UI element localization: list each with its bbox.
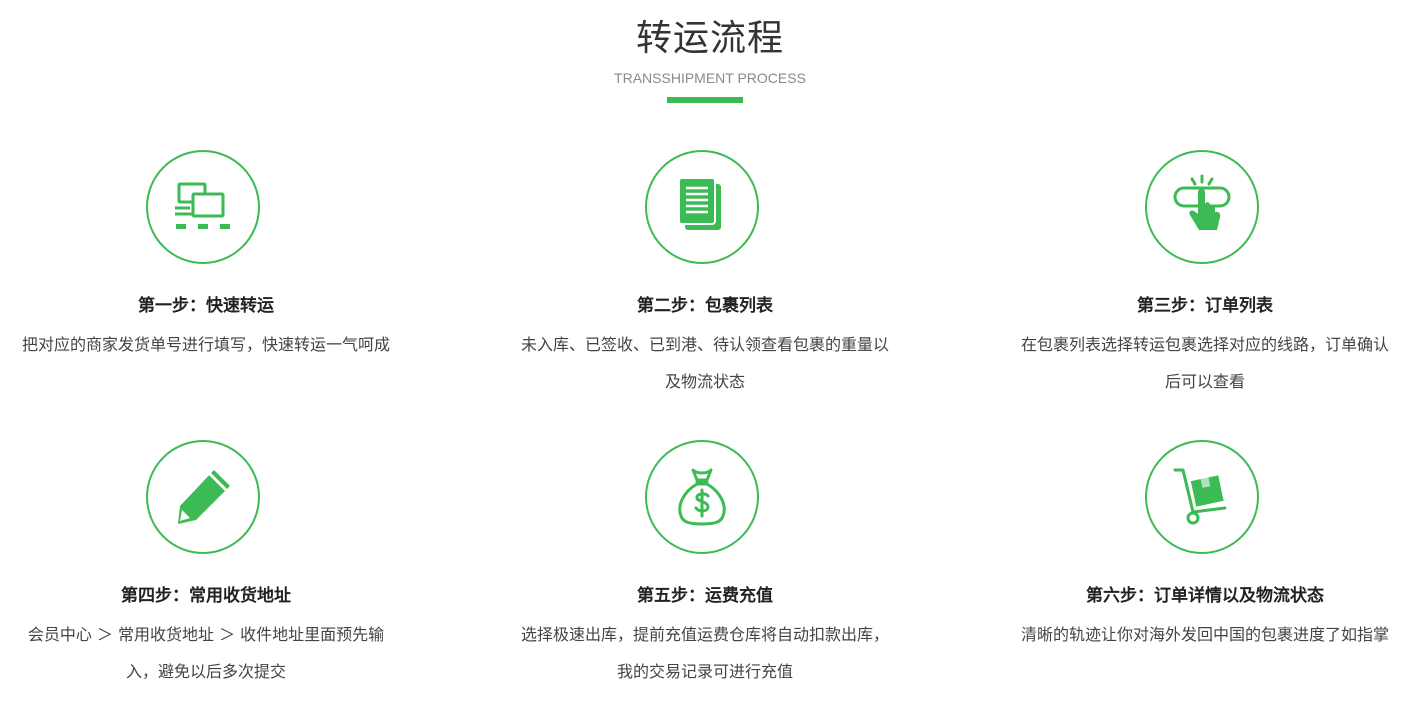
step-5-description: 选择极速出库，提前充值运费仓库将自动扣款出库，我的交易记录可进行充值 (520, 625, 889, 681)
step-1-icon-circle (146, 150, 260, 264)
step-4-description: 会员中心 ＞ 常用收货地址 ＞ 收件地址里面预先输入，避免以后多次提交 (27, 625, 385, 681)
step-6-description: 清晰的轨迹让你对海外发回中国的包裹进度了如指掌 (1020, 625, 1389, 644)
process-steps-grid: 第一步：快速转运 把对应的商家发货单号进行填写，快速转运一气呵成 第二步：包裹列… (0, 150, 1420, 710)
money-bag-icon (678, 468, 726, 526)
documents-icon (678, 177, 721, 230)
step-4-title: 第四步：常用收货地址 (121, 586, 291, 606)
step-6-title: 第六步：订单详情以及物流状态 (1086, 586, 1324, 606)
hand-tap-icon (1173, 174, 1231, 230)
hand-truck-icon (1173, 468, 1227, 525)
step-5-icon-circle (645, 440, 759, 554)
step-1-title: 第一步：快速转运 (138, 296, 274, 316)
title-underline (667, 97, 743, 103)
step-2-icon-circle (645, 150, 759, 264)
step-6-icon-circle (1145, 440, 1259, 554)
step-3-title: 第三步：订单列表 (1137, 296, 1273, 316)
step-5-title: 第五步：运费充值 (637, 586, 773, 606)
step-4-icon-circle (146, 440, 260, 554)
step-3-icon-circle (1145, 150, 1259, 264)
section-title: 转运流程 (635, 18, 784, 59)
section-subtitle: TRANSSHIPMENT PROCESS (614, 70, 806, 86)
step-2-title: 第二步：包裹列表 (637, 296, 773, 316)
pencil-icon (178, 470, 230, 524)
step-3-description: 在包裹列表选择转运包裹选择对应的线路，订单确认后可以查看 (1020, 335, 1389, 391)
step-2-description: 未入库、已签收、已到港、待认领查看包裹的重量以及物流状态 (520, 335, 889, 391)
monitors-icon (175, 182, 230, 229)
step-1-description: 把对应的商家发货单号进行填写，快速转运一气呵成 (21, 335, 390, 354)
